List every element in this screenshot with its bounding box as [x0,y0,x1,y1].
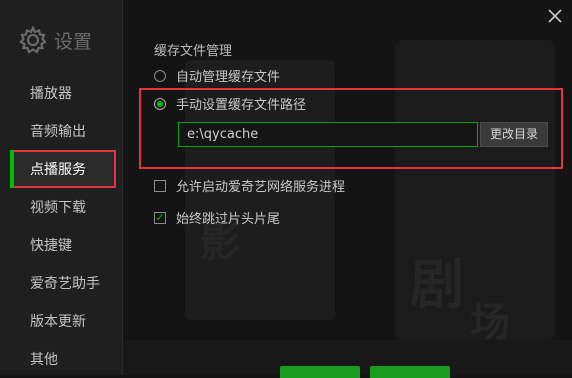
auto-cache-label: 自动管理缓存文件 [176,70,281,85]
gear-icon [18,25,48,55]
skip-intro-checkbox[interactable]: ✓ [154,210,166,224]
manual-cache-option[interactable]: 手动设置缓存文件路径 [154,94,306,113]
sidebar-item-version-update[interactable]: 版本更新 [30,312,86,332]
cache-path-input[interactable]: e:\qycache [178,122,478,147]
active-item-indicator [10,150,14,188]
close-icon [548,8,562,27]
sidebar-item-shortcuts[interactable]: 快捷键 [30,236,72,256]
sidebar-item-audio-output[interactable]: 音频输出 [30,122,86,142]
cache-section-title: 缓存文件管理 [154,44,233,59]
manual-cache-radio[interactable] [154,97,166,110]
checkmark-icon: ✓ [155,210,165,224]
sidebar-item-video-download[interactable]: 视频下载 [30,198,86,218]
auto-cache-option[interactable]: 自动管理缓存文件 [154,66,280,85]
sidebar-item-other[interactable]: 其他 [30,350,58,370]
apply-button[interactable] [370,366,450,378]
sidebar-item-assistant[interactable]: 爱奇艺助手 [30,274,100,294]
settings-title: 设置 [54,30,93,53]
skip-intro-label: 始终跳过片头片尾 [176,212,281,227]
settings-sidebar: 设置 播放器 音频输出 点播服务 视频下载 快捷键 爱奇艺助手 版本更新 其他 [0,0,123,375]
allow-service-label: 允许启动爱奇艺网络服务进程 [176,180,346,195]
settings-header: 设置 [18,24,92,56]
change-directory-button[interactable]: 更改目录 [480,122,548,147]
close-button[interactable] [544,6,566,28]
allow-service-checkbox[interactable] [154,179,166,192]
allow-service-option[interactable]: 允许启动爱奇艺网络服务进程 [154,176,345,195]
auto-cache-radio[interactable] [154,69,166,82]
manual-cache-label: 手动设置缓存文件路径 [176,98,307,113]
sidebar-item-player[interactable]: 播放器 [30,84,72,104]
skip-intro-option[interactable]: ✓ 始终跳过片头片尾 [154,208,280,227]
confirm-button[interactable] [280,366,360,378]
sidebar-item-vod-service[interactable]: 点播服务 [30,160,86,180]
